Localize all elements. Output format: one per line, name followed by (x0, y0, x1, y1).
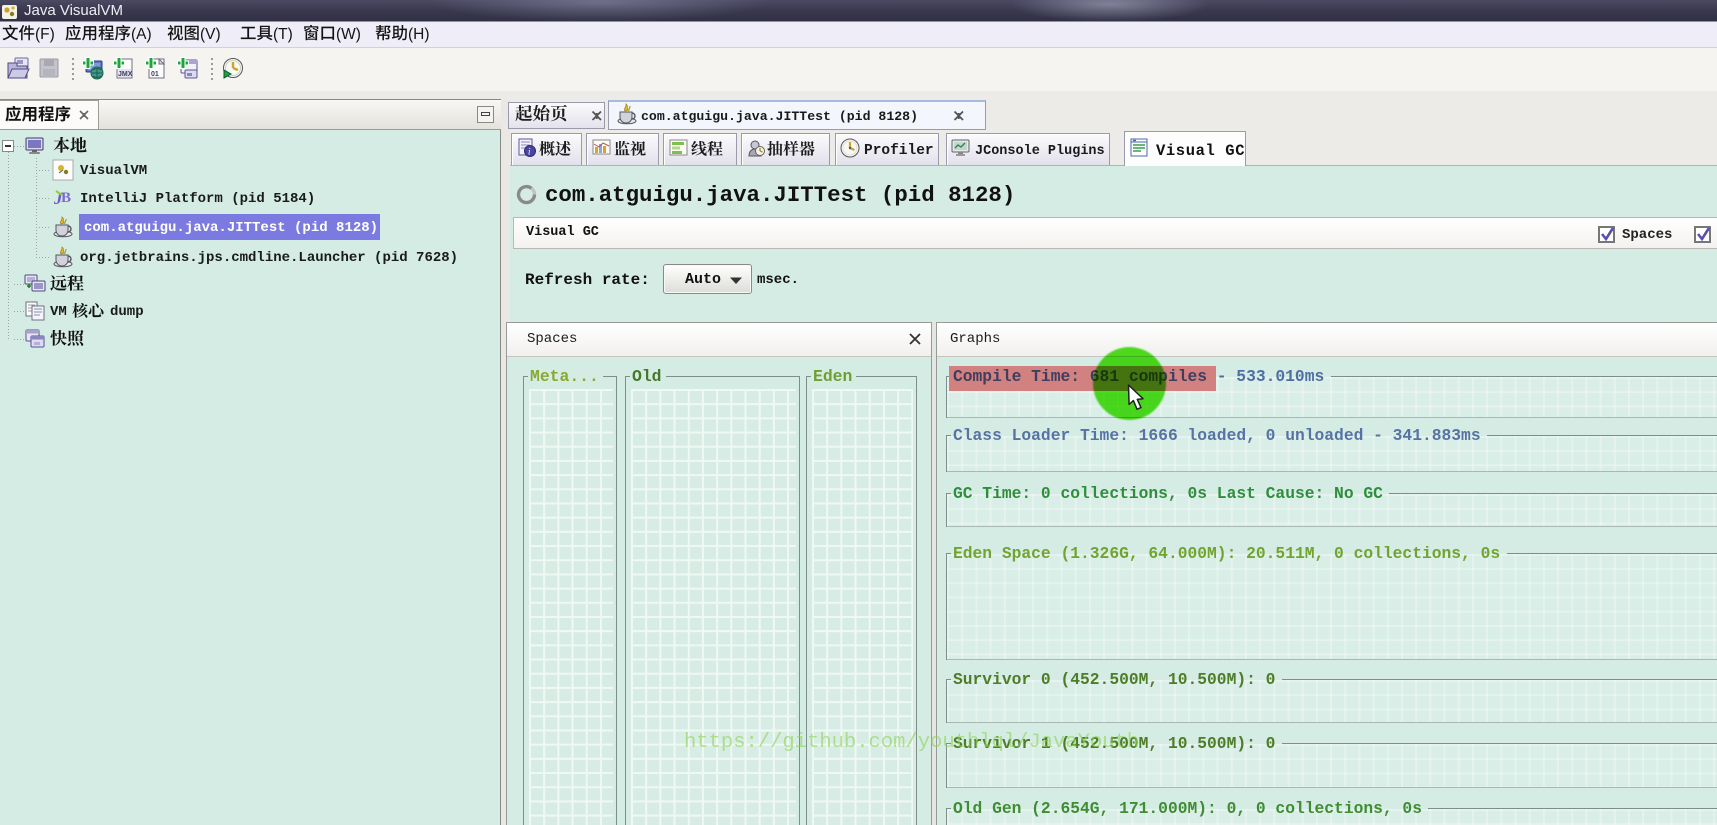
svg-text:B: B (61, 190, 71, 206)
svg-text:JMX: JMX (118, 71, 133, 78)
svg-text:01: 01 (151, 71, 159, 78)
